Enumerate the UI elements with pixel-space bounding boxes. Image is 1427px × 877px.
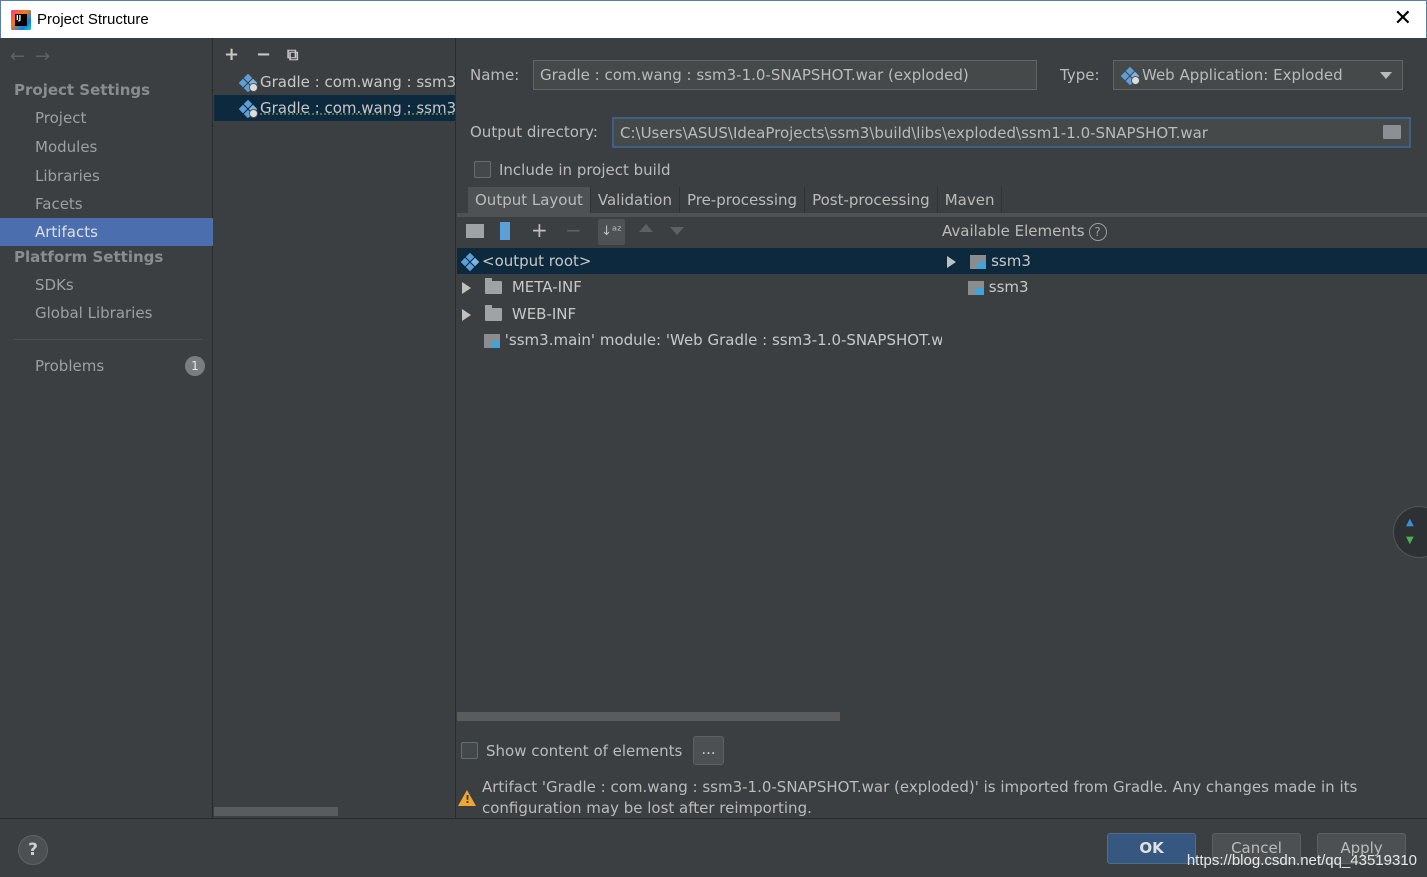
available-row-ssm3[interactable]: ssm3 [947,248,1031,274]
archive-icon[interactable] [500,222,510,240]
artifact-editor: Name: Gradle : com.wang : ssm3-1.0-SNAPS… [457,38,1427,818]
type-value: Web Application: Exploded [1142,66,1343,84]
back-arrow-icon[interactable]: ← [10,46,35,67]
artifacts-list-panel: + − ⧉ Gradle : com.wang : ssm3-1.0-SNAPS… [214,38,456,818]
dialog-button-bar: ? OK Cancel Apply https://blog.csdn.net/… [0,818,1427,877]
warning-icon: ! [458,790,476,806]
forward-arrow-icon[interactable]: → [35,46,60,67]
window-title: Project Structure [37,11,149,28]
platform-settings-header: Platform Settings [14,248,164,266]
tree-row-label: <output root> [482,252,592,270]
sidebar-item-problems[interactable]: Problems 1 [0,352,213,380]
chevron-down-icon [1380,72,1392,79]
type-label: Type: [1060,66,1100,84]
sidebar-item-project[interactable]: Project [0,104,213,132]
move-down-icon[interactable] [670,227,684,235]
remove-element-icon[interactable]: − [565,218,582,242]
tab-post-processing[interactable]: Post-processing [805,187,938,214]
tree-row-output-root[interactable]: <output root> [460,248,592,274]
available-row-ssm3-2[interactable]: ssm3 [968,274,1029,300]
tree-selection-band [457,248,1427,274]
type-dropdown[interactable]: Web Application: Exploded [1113,60,1403,90]
tab-pre-processing[interactable]: Pre-processing [679,187,806,214]
module-icon [484,333,500,348]
sidebar-item-artifacts[interactable]: Artifacts [0,218,213,246]
problems-count-badge: 1 [185,356,205,376]
gradle-import-warning: Artifact 'Gradle : com.wang : ssm3-1.0-S… [482,778,1358,817]
output-directory-label: Output directory: [470,123,598,141]
sidebar-item-global-libraries[interactable]: Global Libraries [0,299,213,327]
module-icon [970,254,987,269]
available-row-label: ssm3 [991,252,1031,270]
intellij-app-icon: IJ [11,9,31,30]
web-exploded-icon [1120,66,1140,85]
move-up-icon[interactable] [639,224,653,232]
expand-arrow-icon[interactable] [462,308,471,321]
output-directory-value: C:\Users\ASUS\IdeaProjects\ssm3\build\li… [620,124,1208,142]
artifact-label: Gradle : com.wang : ssm3-1.0-SNAPSHOT.wa… [260,99,456,117]
tree-row-meta-inf[interactable]: META-INF [462,274,582,300]
show-content-label: Show content of elements [486,742,683,760]
artifact-item[interactable]: Gradle : com.wang : ssm3-1.0-SNAPSHOT.wa… [214,69,456,95]
web-artifact-icon [238,73,258,92]
watermark-text: https://blog.csdn.net/qq_43519310 [1186,852,1417,869]
available-elements-label: Available Elements? [942,222,1107,241]
scroll-up-icon[interactable]: ▲ [1406,517,1414,528]
help-button[interactable]: ? [18,835,48,865]
tree-row-web-inf[interactable]: WEB-INF [462,301,576,327]
expand-arrow-icon[interactable] [947,255,956,268]
problems-label: Problems [35,357,105,375]
include-in-build-checkbox[interactable] [474,161,491,178]
tab-validation[interactable]: Validation [590,187,680,214]
tab-underline [457,213,1427,217]
web-artifact-icon [238,99,258,118]
sidebar-item-libraries[interactable]: Libraries [0,162,213,190]
close-icon[interactable]: ✕ [1394,8,1412,30]
project-settings-header: Project Settings [14,81,151,99]
artifact-list-scrollbar[interactable] [214,807,338,816]
tab-output-layout[interactable]: Output Layout [468,187,591,214]
output-root-icon [460,252,480,271]
sidebar-item-sdks[interactable]: SDKs [0,271,213,299]
folder-icon [485,305,503,321]
title-bar: IJ Project Structure ✕ [0,0,1427,38]
help-question-icon[interactable]: ? [1088,222,1107,241]
sort-az-icon[interactable]: ↓ᵃᶻ [598,219,625,245]
sidebar-item-facets[interactable]: Facets [0,190,213,218]
available-row-label: ssm3 [988,278,1029,296]
output-layout-panel: + − ↓ᵃᶻ Available Elements? <output root… [457,218,1427,721]
artifact-item-selected[interactable]: Gradle : com.wang : ssm3-1.0-SNAPSHOT.wa… [214,95,456,121]
name-input[interactable]: Gradle : com.wang : ssm3-1.0-SNAPSHOT.wa… [533,60,1037,90]
new-directory-icon[interactable] [466,224,484,238]
artifact-label: Gradle : com.wang : ssm3-1.0-SNAPSHOT.wa… [260,73,456,91]
tab-maven[interactable]: Maven [937,187,1003,214]
add-element-icon[interactable]: + [531,218,548,242]
copy-artifact-button[interactable]: ⧉ [287,45,298,65]
tree-row-label: META-INF [511,278,582,296]
layout-horizontal-scrollbar[interactable] [457,712,840,721]
ellipsis-button[interactable]: ... [693,736,724,765]
sidebar-divider [14,339,202,340]
include-in-build-label: Include in project build [499,161,671,179]
remove-artifact-button[interactable]: − [256,44,271,65]
module-icon [968,280,984,295]
scroll-down-icon[interactable]: ▼ [1406,535,1414,546]
nav-arrows: ←→ [10,46,60,67]
output-directory-input[interactable]: C:\Users\ASUS\IdeaProjects\ssm3\build\li… [612,117,1411,148]
settings-sidebar: ←→ Project Settings Project Modules Libr… [0,38,213,818]
tree-row-module[interactable]: 'ssm3.main' module: 'Web Gradle : ssm3-1… [484,327,942,353]
tree-row-label: 'ssm3.main' module: 'Web Gradle : ssm3-1… [504,331,942,349]
show-content-checkbox[interactable] [461,742,478,759]
add-artifact-button[interactable]: + [224,44,239,65]
expand-arrow-icon[interactable] [462,281,471,294]
ok-button[interactable]: OK [1107,833,1196,864]
artifact-tabs: Output Layout Validation Pre-processing … [468,187,1003,214]
name-label: Name: [470,66,520,84]
folder-browse-icon[interactable] [1383,125,1401,139]
tree-row-label: WEB-INF [511,305,577,323]
folder-icon [485,278,503,294]
sidebar-item-modules[interactable]: Modules [0,133,213,161]
